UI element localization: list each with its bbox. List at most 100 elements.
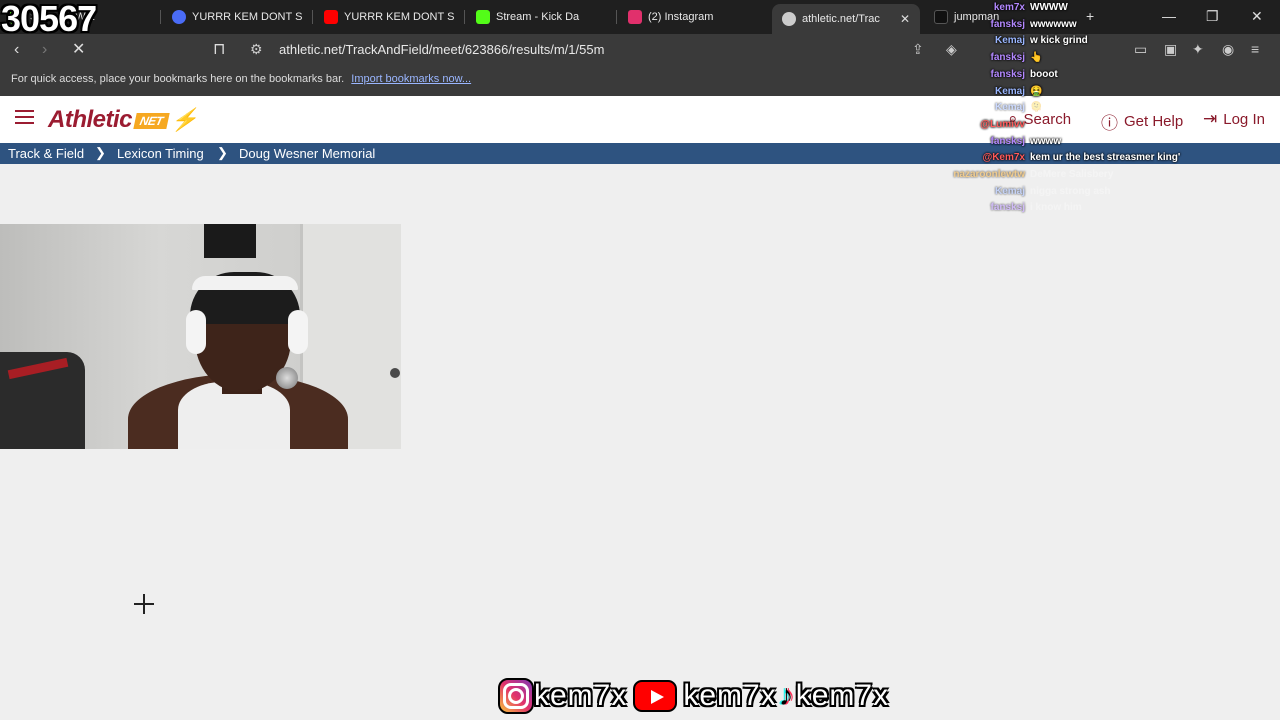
- chat-message: fansksj 👆: [930, 52, 1043, 64]
- vpn-icon[interactable]: ◉: [1222, 41, 1234, 58]
- chat-username: @Kem7x: [982, 152, 1025, 164]
- athletic-net-logo[interactable]: Athletic NET ⚡: [48, 106, 198, 134]
- browser-tab-bar: Stream - Wat YURRR KEM DONT S YURRR KEM …: [0, 0, 1280, 34]
- chat-text: wwwwww: [1030, 18, 1077, 30]
- door-knob: [390, 368, 400, 378]
- chat-username: fansksj: [990, 52, 1025, 64]
- chat-message: nazaroonlewtw DeMere Salisbery: [930, 169, 1113, 180]
- menu-icon[interactable]: ≡: [1251, 41, 1259, 57]
- chat-text: kem ur the best streasmer king': [1030, 152, 1181, 164]
- login-icon: ⇥: [1203, 109, 1218, 128]
- chat-username: fansksj: [990, 135, 1025, 147]
- sidebar-icon[interactable]: ▭: [1134, 41, 1147, 58]
- chat-text: DeMere Salisbery: [1030, 169, 1114, 180]
- tab-instagram[interactable]: (2) Instagram: [618, 5, 768, 29]
- hamburger-menu-icon[interactable]: [15, 110, 34, 124]
- login-label: Log In: [1223, 110, 1265, 128]
- tab-label: athletic.net/Trac: [802, 13, 880, 25]
- import-bookmarks-link[interactable]: Import bookmarks now...: [351, 73, 471, 85]
- youtube-icon: [633, 680, 678, 712]
- chat-text: nigga strong ash: [1030, 185, 1111, 197]
- logo-text: Athletic: [48, 106, 133, 133]
- instagram-icon: [628, 10, 642, 24]
- tab-youtube[interactable]: YURRR KEM DONT S: [314, 5, 464, 29]
- chat-message: kem7x WWWW: [930, 2, 1068, 13]
- chevron-right-icon: ❯: [217, 145, 228, 160]
- chat-message: Kemaj 🫠: [930, 102, 1042, 113]
- close-tab-icon[interactable]: ✕: [900, 12, 910, 26]
- chevron-right-icon: ❯: [95, 145, 106, 160]
- stop-loading-icon[interactable]: ✕: [72, 41, 85, 59]
- chat-message: @Lumivv: [930, 119, 1030, 130]
- bookmarks-bar: For quick access, place your bookmarks h…: [0, 66, 1280, 96]
- chat-message: Kemaj nigga strong ash: [930, 186, 1111, 197]
- site-header: Athletic NET ⚡ ⌕ Search ⓘ Get Help ⇥ Log I…: [0, 96, 1280, 143]
- youtube-icon: [324, 10, 338, 24]
- kick-icon: [476, 10, 490, 24]
- chat-text: 🫠: [1030, 102, 1043, 114]
- tab-label: YURRR KEM DONT S: [192, 11, 303, 23]
- help-icon: ⓘ: [1101, 114, 1118, 133]
- chat-text: 🤮: [1030, 85, 1043, 97]
- chat-text: w kick grind: [1030, 35, 1088, 47]
- minimize-icon[interactable]: —: [1162, 8, 1176, 24]
- webcam-overlay: [0, 224, 401, 449]
- login-button[interactable]: ⇥ Log In: [1203, 109, 1265, 129]
- youtube-handle: kem7x: [683, 679, 777, 712]
- logo-badge: NET: [133, 112, 170, 129]
- breadcrumb-lexicon-timing[interactable]: Lexicon Timing: [117, 146, 204, 161]
- tab-kick-stream-2[interactable]: Stream - Kick Da: [466, 5, 616, 29]
- help-label: Get Help: [1124, 113, 1184, 130]
- site-settings-icon[interactable]: ⚙: [250, 41, 263, 58]
- bolt-icon: ⚡: [170, 107, 198, 132]
- chat-username: fansksj: [990, 18, 1025, 30]
- chat-username: nazaroonlewtw: [953, 169, 1025, 180]
- chat-username: @Lumivv: [980, 118, 1025, 130]
- close-window-icon[interactable]: ✕: [1251, 8, 1263, 25]
- breadcrumb-track-field[interactable]: Track & Field: [8, 146, 84, 161]
- chat-text: wwww: [1030, 135, 1062, 147]
- bookmark-icon[interactable]: ⊓: [213, 41, 225, 59]
- chat-username: Kemaj: [994, 35, 1025, 47]
- chat-text: WWWW: [1030, 2, 1068, 13]
- breadcrumb-meet[interactable]: Doug Wesner Memorial: [239, 146, 375, 161]
- chat-text: 👆: [1030, 52, 1043, 64]
- chat-username: fansksj: [990, 202, 1025, 214]
- restore-icon[interactable]: ❐: [1206, 8, 1219, 25]
- tiktok-handle: kem7x: [795, 679, 890, 712]
- tab-youtube-studio[interactable]: YURRR KEM DONT S: [162, 5, 312, 29]
- get-help-button[interactable]: ⓘ Get Help: [1101, 109, 1183, 134]
- tab-label: YURRR KEM DONT S: [344, 11, 455, 23]
- tab-athletic-net[interactable]: athletic.net/Trac ✕: [772, 4, 920, 34]
- back-icon[interactable]: ‹: [14, 41, 19, 59]
- wallet-icon[interactable]: ▣: [1164, 41, 1177, 58]
- globe-icon: [782, 12, 796, 26]
- instagram-handle: kem7x: [534, 679, 628, 712]
- instagram-icon: [498, 678, 534, 714]
- browser-toolbar: ‹ › ✕ ⊓: [0, 34, 1280, 66]
- tab-label: (2) Instagram: [648, 11, 714, 23]
- new-tab-icon[interactable]: +: [1086, 8, 1094, 24]
- chat-message: fansksj wwww: [930, 135, 1062, 147]
- chat-message: fansksj booot: [930, 69, 1058, 80]
- chat-text: i know him: [1030, 202, 1082, 214]
- chat-username: kem7x: [993, 2, 1025, 13]
- chat-username: Kemaj: [994, 85, 1025, 97]
- chat-message: Kemaj 🤮: [930, 86, 1042, 97]
- chat-message: fansksj wwwwww: [930, 19, 1077, 30]
- headphone-left: [186, 310, 206, 354]
- tiktok-icon: ♪: [778, 679, 794, 712]
- chat-message: @Kem7x kem ur the best streasmer king': [930, 152, 1180, 163]
- bookmarks-hint: For quick access, place your bookmarks h…: [11, 73, 345, 85]
- forward-icon[interactable]: ›: [42, 41, 47, 59]
- share-icon[interactable]: ⇪: [912, 41, 924, 58]
- chat-username: fansksj: [990, 68, 1025, 80]
- leo-ai-icon[interactable]: ✦: [1192, 41, 1204, 58]
- chat-username: Kemaj: [994, 102, 1025, 114]
- stream-counter: 30567: [1, 0, 97, 39]
- address-bar[interactable]: athletic.net/TrackAndField/meet/623866/r…: [279, 42, 604, 57]
- headphone-right: [288, 310, 308, 354]
- wall-poster: [204, 224, 256, 258]
- r-avatar-icon: [172, 10, 186, 24]
- chat-username: Kemaj: [994, 185, 1025, 197]
